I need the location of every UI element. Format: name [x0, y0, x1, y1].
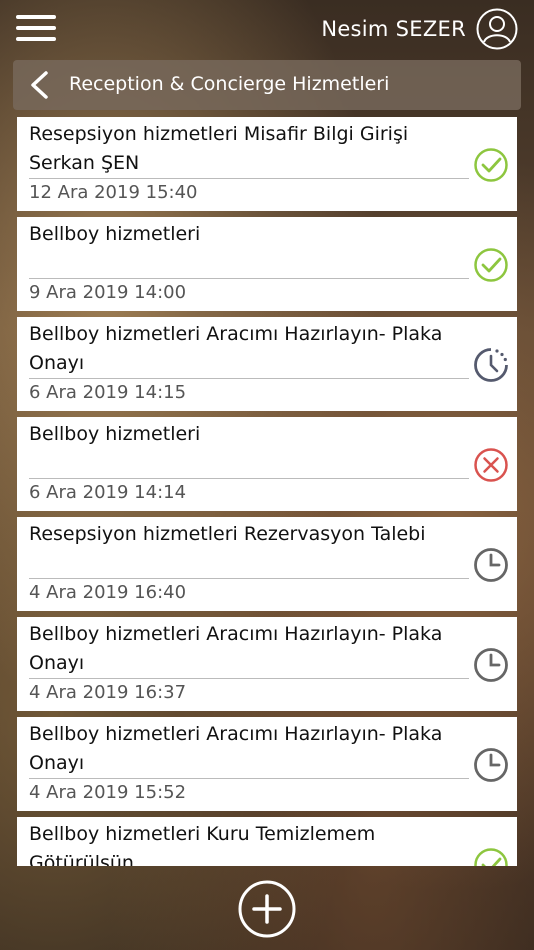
request-title: Resepsiyon hizmetleri Rezervasyon Talebi	[29, 520, 469, 579]
request-title: Bellboy hizmetleri	[29, 420, 469, 479]
request-card[interactable]: Bellboy hizmetleri Kuru Temizlemem Götür…	[17, 817, 517, 866]
status-pending-clock-icon	[473, 547, 509, 583]
request-date: 6 Ara 2019 14:14	[29, 482, 187, 503]
user-avatar-icon[interactable]	[476, 8, 518, 50]
request-date: 4 Ara 2019 15:52	[29, 782, 187, 803]
page-header: Reception & Concierge Hizmetleri	[13, 60, 521, 110]
request-date: 4 Ara 2019 16:37	[29, 682, 187, 703]
request-date: 4 Ara 2019 16:40	[29, 582, 187, 603]
request-card[interactable]: Bellboy hizmetleri 9 Ara 2019 14:00	[17, 217, 517, 311]
add-request-button[interactable]	[238, 880, 296, 938]
status-completed-icon	[473, 247, 509, 283]
status-pending-clock-icon	[473, 747, 509, 783]
hamburger-menu-icon[interactable]	[16, 12, 58, 44]
request-list: Resepsiyon hizmetleri Misafir Bilgi Giri…	[17, 117, 517, 866]
request-date: 9 Ara 2019 14:00	[29, 282, 187, 303]
status-cancelled-icon	[473, 447, 509, 483]
request-date: 12 Ara 2019 15:40	[29, 182, 198, 203]
request-card[interactable]: Bellboy hizmetleri Aracımı Hazırlayın- P…	[17, 717, 517, 811]
status-completed-icon	[473, 147, 509, 183]
status-pending-clock-icon	[473, 647, 509, 683]
back-chevron-icon[interactable]	[27, 70, 51, 100]
request-card[interactable]: Bellboy hizmetleri 6 Ara 2019 14:14	[17, 417, 517, 511]
request-title: Resepsiyon hizmetleri Misafir Bilgi Giri…	[29, 120, 469, 179]
request-title: Bellboy hizmetleri Aracımı Hazırlayın- P…	[29, 720, 469, 779]
request-card[interactable]: Resepsiyon hizmetleri Rezervasyon Talebi…	[17, 517, 517, 611]
request-title: Bellboy hizmetleri	[29, 220, 469, 279]
plus-circle-icon	[238, 880, 296, 938]
request-card[interactable]: Resepsiyon hizmetleri Misafir Bilgi Giri…	[17, 117, 517, 211]
user-name: Nesim SEZER	[321, 17, 466, 41]
status-completed-icon	[473, 847, 509, 866]
top-bar: Nesim SEZER	[0, 0, 534, 60]
request-card[interactable]: Bellboy hizmetleri Aracımı Hazırlayın- P…	[17, 317, 517, 411]
request-title: Bellboy hizmetleri Aracımı Hazırlayın- P…	[29, 620, 469, 679]
request-date: 6 Ara 2019 14:15	[29, 382, 187, 403]
page-title: Reception & Concierge Hizmetleri	[69, 73, 390, 95]
status-in-progress-icon	[473, 347, 509, 383]
request-title: Bellboy hizmetleri Kuru Temizlemem Götür…	[29, 823, 376, 866]
request-title: Bellboy hizmetleri Aracımı Hazırlayın- P…	[29, 320, 469, 379]
request-card[interactable]: Bellboy hizmetleri Aracımı Hazırlayın- P…	[17, 617, 517, 711]
